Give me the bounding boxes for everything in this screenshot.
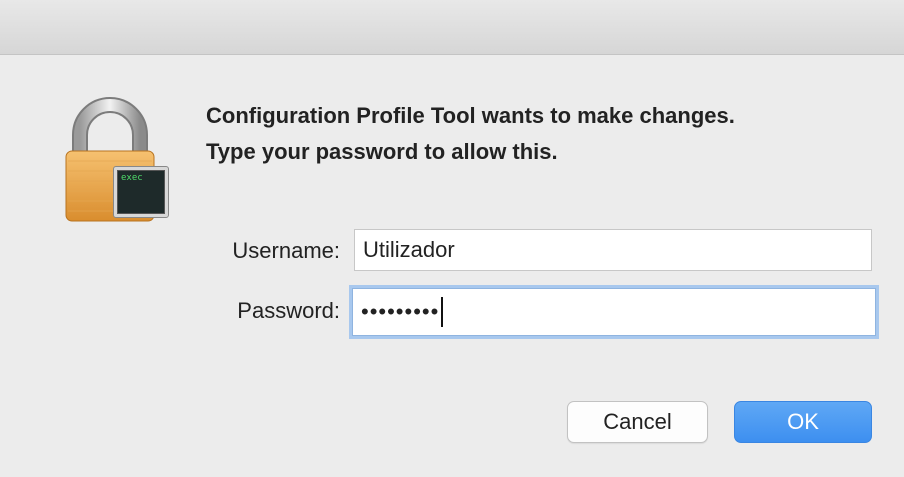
cancel-button[interactable]: Cancel xyxy=(567,401,708,443)
username-field[interactable]: Utilizador xyxy=(354,229,872,271)
password-label: Password: xyxy=(237,298,340,323)
dialog-message: Configuration Profile Tool wants to make… xyxy=(206,98,886,170)
terminal-exec-icon: exec xyxy=(113,166,169,218)
message-line-2: Type your password to allow this. xyxy=(206,139,558,164)
password-masked-value: ••••••••• xyxy=(361,299,440,324)
password-field[interactable]: ••••••••• xyxy=(352,288,876,336)
text-caret xyxy=(441,297,444,327)
username-label: Username: xyxy=(232,238,340,263)
authentication-dialog: exec Configuration Profile Tool wants to… xyxy=(0,0,904,477)
title-bar[interactable] xyxy=(0,0,904,55)
exec-badge-text: exec xyxy=(121,173,143,183)
username-value: Utilizador xyxy=(363,237,455,262)
ok-button[interactable]: OK xyxy=(734,401,872,443)
message-line-1: Configuration Profile Tool wants to make… xyxy=(206,103,735,128)
padlock-icon: exec xyxy=(60,95,175,225)
